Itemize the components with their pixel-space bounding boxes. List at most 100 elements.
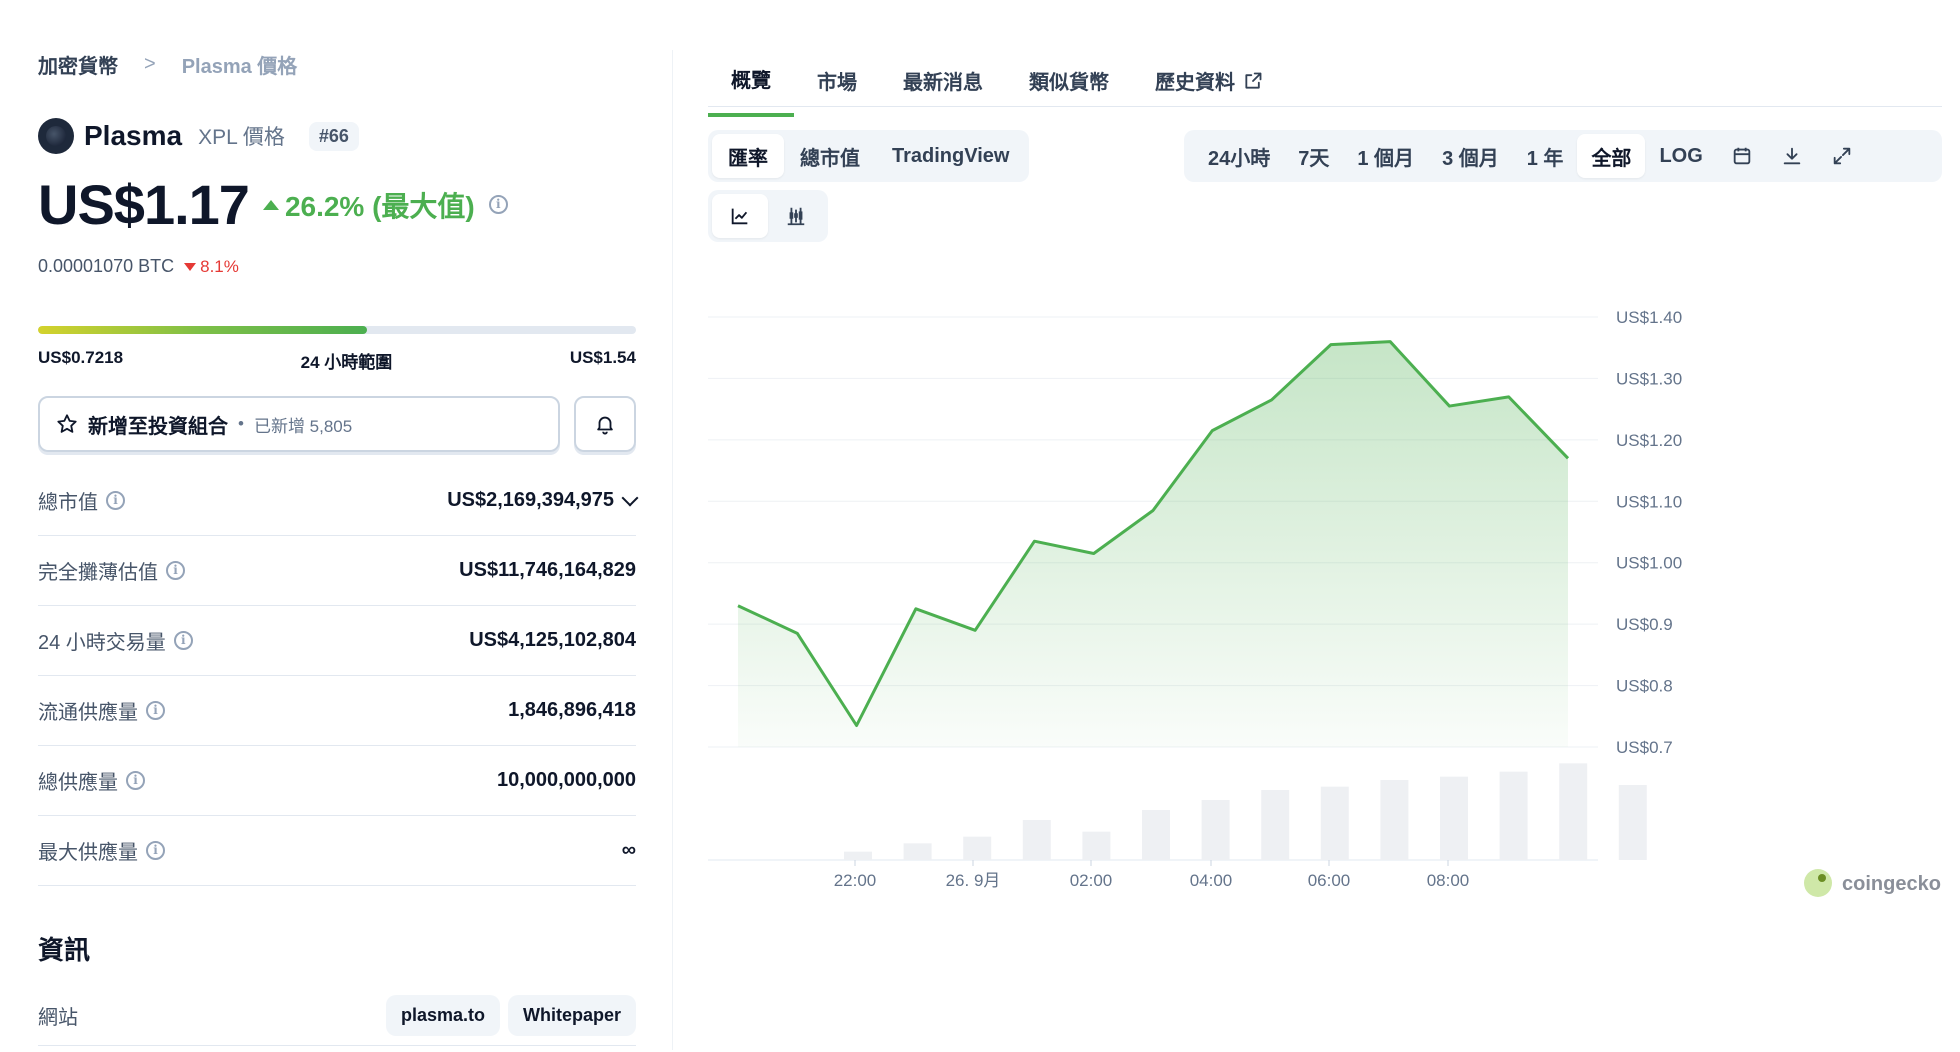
stats-list: 總市值 i US$2,169,394,975 完全攤薄估值 i US$11,746,… [38,466,639,886]
x-tick-label: 02:00 [1070,871,1113,890]
caret-up-icon [262,199,279,210]
expand-button[interactable] [1817,134,1867,178]
tab-overview[interactable]: 概覽 [708,56,794,117]
price-change: 26.2% (最大值) [262,185,475,225]
btc-change-value: 8.1% [200,256,239,276]
line-chart-icon [731,208,748,225]
stat-value: US$11,746,164,829 [459,559,636,581]
volume-bar [1499,771,1528,860]
info-heading: 資訊 [38,935,91,965]
breadcrumb-current: Plasma 價格 [181,56,298,78]
price-chart[interactable]: US$1.40 US$1.30 US$1.20 US$1.10 US$1.00 US$0.… [700,290,1960,1040]
range-1y[interactable]: 1 年 [1513,134,1578,178]
stat-label: 完全攤薄估值 [38,562,158,584]
candlestick-icon [787,207,805,226]
stat-label: 最大供應量 [38,842,138,864]
volume-bar [963,836,992,860]
volume-bar [1618,785,1647,860]
range-3m[interactable]: 3 個月 [1428,134,1513,178]
range-low: US$0.7218 [38,348,124,367]
y-tick-label: US$1.10 [1616,492,1682,511]
info-icon[interactable]: i [173,631,193,650]
breadcrumb: 加密貨幣 > Plasma 價格 [38,50,297,79]
stat-max-supply: 最大供應量 i ∞ [38,816,636,886]
range-all[interactable]: 全部 [1577,134,1646,178]
page: 加密貨幣 > Plasma 價格 Plasma XPL 價格 #66 US$1.… [0,0,1960,1052]
range-high: US$1.54 [569,348,636,367]
calendar-button[interactable] [1717,134,1767,178]
website-link[interactable]: plasma.to [385,995,500,1036]
whitepaper-link[interactable]: Whitepaper [507,995,636,1036]
x-tick-label: 22:00 [834,871,877,890]
volume-bar [1082,831,1111,860]
y-tick-label: US$1.40 [1616,308,1682,327]
tab-history-label: 歷史資料 [1155,72,1235,94]
line-chart-button[interactable] [712,194,768,238]
x-tick-label: 04:00 [1190,871,1233,890]
stat-total-supply: 總供應量 i 10,000,000,000 [38,746,636,816]
stat-label: 流通供應量 [38,702,138,724]
candlestick-button[interactable] [768,194,824,238]
stat-value: US$2,169,394,975 [447,489,614,511]
chart-mode-toggle: 匯率 總市值 TradingView [708,130,1030,182]
stat-market-cap: 總市值 i US$2,169,394,975 [38,466,639,536]
coin-price: US$1.17 [38,173,250,236]
stat-volume: 24 小時交易量 i US$4,125,102,804 [38,606,636,676]
y-tick-label: US$0.7 [1616,738,1673,757]
range-24h[interactable]: 24小時 [1194,134,1284,178]
volume-bar [1261,790,1290,860]
website-label: 網站 [38,1007,78,1029]
breadcrumb-root[interactable]: 加密貨幣 [38,50,118,79]
info-icon[interactable]: i [488,195,508,214]
volume-bar [1142,810,1170,860]
info-icon[interactable]: i [106,491,125,510]
mode-tradingview[interactable]: TradingView [876,134,1025,178]
y-tick-label: US$0.9 [1616,615,1673,634]
stat-value: 1,846,896,418 [508,699,636,721]
range-log[interactable]: LOG [1645,134,1716,178]
chevron-down-icon[interactable] [621,489,639,506]
added-count: 已新增 5,805 [253,416,353,436]
mode-price[interactable]: 匯率 [712,134,784,178]
tab-history[interactable]: 歷史資料 [1132,56,1286,117]
volume-bar [844,851,872,860]
column-divider [672,50,673,1050]
mode-market-cap[interactable]: 總市值 [784,134,876,178]
add-to-portfolio-button[interactable]: 新增至投資組合 • 已新增 5,805 [38,396,560,452]
info-icon[interactable]: i [126,771,145,790]
stat-label: 總市值 [38,492,98,514]
price-alert-button[interactable] [574,396,636,452]
range-toggle: 24小時 7天 1 個月 3 個月 1 年 全部 LOG [1184,130,1942,182]
range-labels: US$0.7218 24 小時範圍 US$1.54 [38,348,636,373]
tab-news[interactable]: 最新消息 [880,56,1006,117]
price-row: US$1.17 26.2% (最大值) i [38,172,508,237]
tab-markets[interactable]: 市場 [794,56,880,117]
stat-value: 10,000,000,000 [496,769,636,791]
y-tick-label: US$1.30 [1616,369,1682,388]
range-7d[interactable]: 7天 [1284,134,1343,178]
bell-icon [597,416,613,435]
info-icon[interactable]: i [146,841,165,860]
y-tick-label: US$1.00 [1616,554,1682,573]
range-bar [38,326,636,334]
coin-symbol: XPL 價格 [198,126,285,149]
info-icon[interactable]: i [146,701,165,720]
tab-similar[interactable]: 類似貨幣 [1006,56,1132,117]
y-tick-label: US$0.8 [1616,677,1673,696]
gecko-eye [1818,874,1826,882]
range-1m[interactable]: 1 個月 [1343,134,1428,178]
rank-badge: #66 [308,121,359,151]
download-button[interactable] [1767,134,1817,178]
volume-bar [903,843,932,860]
stat-value: US$4,125,102,804 [469,629,636,651]
chevron-right-icon: > [144,53,156,75]
stat-label: 總供應量 [38,772,118,794]
volume-bar [1201,800,1230,860]
volume-bar [1440,776,1468,860]
coingecko-watermark: coingecko [1804,869,1941,897]
btc-price-row: 0.00001070 BTC 8.1% [38,256,239,277]
coin-logo [38,118,74,154]
y-tick-label: US$1.20 [1616,431,1682,450]
info-icon[interactable]: i [166,561,185,580]
watermark-text: coingecko [1842,873,1941,895]
